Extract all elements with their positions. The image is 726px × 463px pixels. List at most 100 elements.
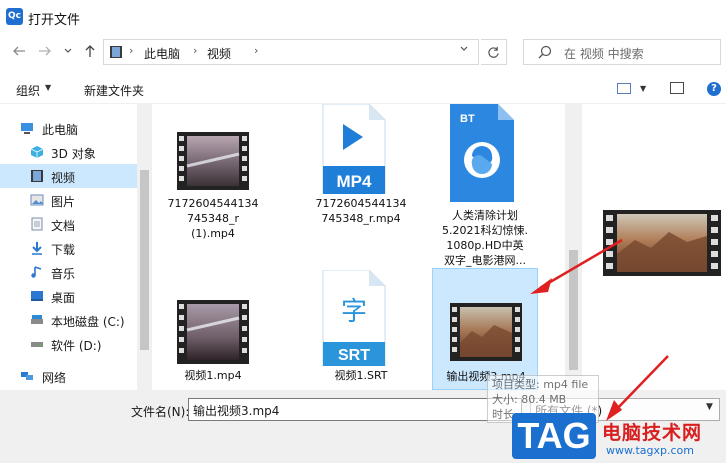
file-name-line: 视频1.SRT xyxy=(334,369,388,382)
disk-icon xyxy=(31,342,43,347)
file-name-line: 视频1.mp4 xyxy=(184,369,242,382)
file-list-scrollbar-thumb[interactable] xyxy=(569,250,578,370)
music-icon xyxy=(31,266,42,278)
video-folder-icon xyxy=(110,46,122,58)
file-name-line: 7172604544134 xyxy=(315,197,407,210)
search-icon xyxy=(538,45,552,59)
sidebar-item-videos[interactable]: 视频 xyxy=(0,164,137,188)
organize-button[interactable]: 组织 xyxy=(16,82,40,99)
mp4-badge: MP4 xyxy=(337,172,373,191)
srt-glyph: 字 xyxy=(341,297,367,327)
file-name-line: (1).mp4 xyxy=(191,227,235,240)
sidebar-item-this-pc[interactable]: 此电脑 xyxy=(0,116,137,140)
chevron-down-icon[interactable]: ▼ xyxy=(706,402,713,412)
sidebar-item-software-d[interactable]: 软件 (D:) xyxy=(0,332,137,356)
chevron-down-icon xyxy=(460,46,468,51)
file-item[interactable]: 字 SRT 视频1.SRT xyxy=(308,270,414,390)
breadcrumb-this-pc[interactable]: 此电脑 xyxy=(144,45,180,62)
search-input[interactable]: 在 视频 中搜索 xyxy=(564,45,644,62)
recent-locations-button[interactable] xyxy=(58,44,78,64)
file-name-line: 745348_r.mp4 xyxy=(321,212,401,225)
file-item[interactable]: BT 人类清除计划 5.2021科幻惊悚. 1080p.HD中英 双字_电影港网… xyxy=(432,104,538,267)
sidebar-item-label: 音乐 xyxy=(51,267,76,281)
view-options-icon[interactable] xyxy=(617,83,631,94)
toolbar: 组织 ▼ 新建文件夹 ▼ ? xyxy=(0,74,726,104)
file-list: 7172604544134 745348_r (1).mp4 MP4 71726… xyxy=(152,104,582,390)
sidebar-item-label: 网络 xyxy=(42,371,67,385)
watermark-title: 电脑技术网 xyxy=(602,422,703,444)
file-name-line: 人类清除计划 xyxy=(452,209,518,222)
file-name: 7172604544134 745348_r.mp4 xyxy=(308,196,414,226)
srt-badge: SRT xyxy=(338,347,370,364)
picture-icon xyxy=(30,194,44,206)
forward-button[interactable] xyxy=(35,44,55,64)
refresh-button[interactable] xyxy=(481,39,507,65)
sidebar-item-desktop[interactable]: 桌面 xyxy=(0,284,137,308)
file-name-line: 1080p.HD中英 xyxy=(446,239,524,252)
back-button[interactable] xyxy=(9,44,29,64)
video-icon xyxy=(31,170,43,182)
sidebar-item-label: 3D 对象 xyxy=(51,147,96,161)
breadcrumb-separator-icon[interactable]: › xyxy=(254,44,258,57)
sidebar-scrollbar-thumb[interactable] xyxy=(140,170,149,350)
sidebar-item-label: 软件 (D:) xyxy=(51,339,102,353)
sidebar-item-network[interactable]: 网络 xyxy=(0,364,137,388)
network-icon xyxy=(21,372,33,380)
sidebar-item-local-disk-c[interactable]: 本地磁盘 (C:) xyxy=(0,308,137,332)
disk-icon xyxy=(31,315,43,324)
file-name-line: 5.2021科幻惊悚. xyxy=(442,224,528,237)
file-item[interactable]: 视频1.mp4 xyxy=(160,270,266,390)
sidebar-item-downloads[interactable]: 下载 xyxy=(0,236,137,260)
filename-label: 文件名(N): xyxy=(131,405,190,419)
arrow-left-icon xyxy=(13,46,25,56)
tooltip-size: 大小: 80.4 MB xyxy=(492,393,567,406)
cube-icon xyxy=(30,146,44,158)
file-name-line: 745348_r xyxy=(186,212,239,225)
sidebar-item-documents[interactable]: 文档 xyxy=(0,212,137,236)
file-item-selected[interactable]: 输出视频3.mp4 xyxy=(432,268,538,390)
download-icon xyxy=(32,242,42,255)
file-item[interactable]: MP4 7172604544134 745348_r.mp4 xyxy=(308,104,414,254)
file-item[interactable]: 7172604544134 745348_r (1).mp4 xyxy=(160,104,266,254)
refresh-icon xyxy=(488,46,499,58)
file-name: 视频1.mp4 xyxy=(160,368,266,383)
sidebar-item-3d-objects[interactable]: 3D 对象 xyxy=(0,140,137,164)
preview-pane-icon[interactable] xyxy=(670,82,684,94)
document-icon xyxy=(31,217,43,231)
help-icon[interactable]: ? xyxy=(707,82,721,96)
chevron-down-icon xyxy=(64,48,72,53)
window-title: 打开文件 xyxy=(28,13,81,28)
caret-down-icon[interactable]: ▼ xyxy=(640,84,646,93)
search-box[interactable]: 在 视频 中搜索 xyxy=(523,39,721,65)
sidebar-item-label: 此电脑 xyxy=(42,123,79,137)
arrow-right-icon xyxy=(39,46,51,56)
watermark-logo: TAG xyxy=(512,413,596,459)
file-name-line: 双字_电影港网... xyxy=(444,254,526,267)
bt-file-icon: BT xyxy=(450,104,514,202)
file-name: 7172604544134 745348_r (1).mp4 xyxy=(160,196,266,241)
address-dropdown-button[interactable] xyxy=(455,44,473,60)
video-thumbnail xyxy=(177,300,249,364)
preview-video-thumbnail xyxy=(603,210,721,276)
bt-badge: BT xyxy=(460,113,475,125)
breadcrumb-separator-icon[interactable]: › xyxy=(193,44,197,57)
arrow-up-icon xyxy=(85,45,95,57)
srt-file-icon: 字 SRT xyxy=(322,270,386,366)
sidebar-item-label: 本地磁盘 (C:) xyxy=(51,315,125,329)
watermark-url: www.tagxp.com xyxy=(606,444,694,457)
sidebar-item-label: 桌面 xyxy=(51,291,76,305)
sidebar-item-pictures[interactable]: 图片 xyxy=(0,188,137,212)
breadcrumb-videos[interactable]: 视频 xyxy=(207,45,231,62)
new-folder-button[interactable]: 新建文件夹 xyxy=(84,82,144,99)
filename-input[interactable]: 输出视频3.mp4 xyxy=(188,398,522,421)
address-bar[interactable]: › 此电脑 › 视频 › xyxy=(103,39,479,65)
sidebar-item-music[interactable]: 音乐 xyxy=(0,260,137,284)
navigation-pane: 此电脑 3D 对象 视频 图片 文档 下载 音乐 桌面 本地磁盘 (C:) 软件… xyxy=(0,104,152,390)
tooltip-type: 项目类型: mp4 file xyxy=(492,378,589,391)
up-button[interactable] xyxy=(80,44,100,64)
file-name: 人类清除计划 5.2021科幻惊悚. 1080p.HD中英 双字_电影港网... xyxy=(432,208,538,268)
sidebar-item-label: 文档 xyxy=(51,219,76,233)
file-name: 视频1.SRT xyxy=(308,368,414,383)
title-bar: Qc 打开文件 xyxy=(0,0,726,34)
caret-down-icon: ▼ xyxy=(45,83,52,92)
